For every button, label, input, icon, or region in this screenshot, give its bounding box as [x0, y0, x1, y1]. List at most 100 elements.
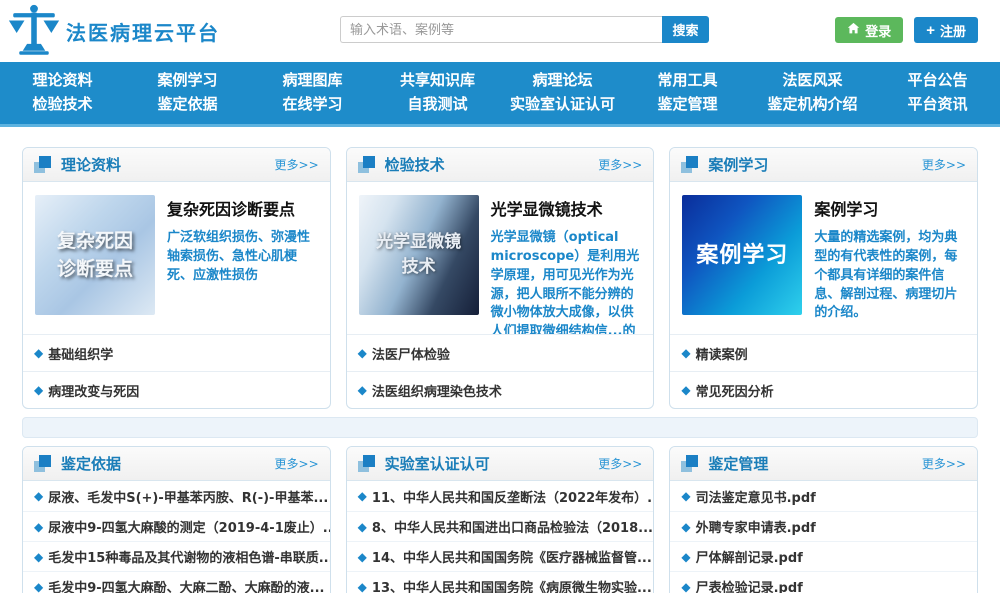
list-item[interactable]: ◆ 毛发中15种毒品及其代谢物的液相色谱-串联质... [23, 541, 330, 571]
site-header: 法医病理云平台 搜索 登录 + 注册 [0, 0, 1000, 62]
diamond-bullet-icon: ◆ [34, 580, 43, 593]
nav-item-self-test[interactable]: 自我测试 [375, 93, 500, 116]
list-item[interactable]: ◆ 基础组织学 [23, 334, 330, 371]
search-input[interactable] [340, 16, 662, 43]
feature-description: 大量的精选案例，均为典型的有代表性的案例，每个都具有详细的案件信息、解剖过程、病… [814, 229, 965, 323]
nav-item-lab-accreditation[interactable]: 实验室认证认可 [500, 93, 625, 116]
nav-item-shared-knowledge[interactable]: 共享知识库 [375, 69, 500, 92]
more-link[interactable]: 更多>> [598, 156, 642, 173]
card-title: 检验技术 [385, 154, 445, 175]
card-lab-accreditation: 实验室认证认可 更多>> ◆ 11、中华人民共和国反垄断法（2022年发布）..… [346, 446, 655, 593]
feature-description: 广泛软组织损伤、弥漫性轴索损伤、急性心肌梗死、应激性损伤 [167, 229, 318, 286]
home-icon [847, 22, 860, 38]
nav-item-platform-news[interactable]: 平台资讯 [875, 93, 1000, 116]
overlapping-squares-icon [358, 156, 376, 174]
list-item[interactable]: ◆ 法医组织病理染色技术 [347, 371, 654, 408]
nav-item-forum[interactable]: 病理论坛 [500, 69, 625, 92]
list-item[interactable]: ◆ 毛发中9-四氢大麻酚、大麻二酚、大麻酚的液... [23, 571, 330, 593]
diamond-bullet-icon: ◆ [34, 346, 43, 360]
nav-item-forensic-style[interactable]: 法医风采 [750, 69, 875, 92]
feature-text: 光学显微镜技术 光学显微镜（optical microscope）是利用光学原理… [491, 195, 642, 334]
diamond-bullet-icon: ◆ [358, 520, 367, 534]
register-label: 注册 [940, 21, 966, 40]
scales-of-justice-icon [8, 4, 60, 58]
diamond-bullet-icon: ◆ [358, 346, 367, 360]
brand[interactable]: 法医病理云平台 [8, 4, 220, 58]
card-appraisal-mgmt: 鉴定管理 更多>> ◆ 司法鉴定意见书.pdf ◆ 外聘专家申请表.pdf ◆ … [669, 446, 978, 593]
card-header: 鉴定依据 更多>> [23, 447, 330, 481]
featured-article[interactable]: 光学显微镜 技术 光学显微镜技术 光学显微镜（optical microscop… [347, 182, 654, 334]
list-item[interactable]: ◆ 司法鉴定意见书.pdf [670, 481, 977, 511]
diamond-bullet-icon: ◆ [681, 520, 690, 534]
nav-item-appraisal-mgmt[interactable]: 鉴定管理 [625, 93, 750, 116]
card-appraisal-basis: 鉴定依据 更多>> ◆ 尿液、毛发中S(+)-甲基苯丙胺、R(-)-甲基苯...… [22, 446, 331, 593]
card-title: 实验室认证认可 [385, 453, 490, 474]
section-divider [22, 417, 978, 438]
overlapping-squares-icon [34, 156, 52, 174]
list-item[interactable]: ◆ 8、中华人民共和国进出口商品检验法（2018... [347, 511, 654, 541]
nav-item-exam-tech[interactable]: 检验技术 [0, 93, 125, 116]
diamond-bullet-icon: ◆ [34, 489, 43, 503]
diamond-bullet-icon: ◆ [358, 580, 367, 593]
list-item[interactable]: ◆ 精读案例 [670, 334, 977, 371]
card-header: 理论资料 更多>> [23, 148, 330, 182]
list-item[interactable]: ◆ 尸体解剖记录.pdf [670, 541, 977, 571]
feature-image: 光学显微镜 技术 [359, 195, 479, 315]
overlapping-squares-icon [681, 455, 699, 473]
list-item[interactable]: ◆ 常见死因分析 [670, 371, 977, 408]
card-exam-tech: 检验技术 更多>> 光学显微镜 技术 光学显微镜技术 光学显微镜（optical… [346, 147, 655, 409]
nav-item-case-study[interactable]: 案例学习 [125, 69, 250, 92]
card-case-study: 案例学习 更多>> 案例学习 案例学习 大量的精选案例，均为典型的有代表性的案例… [669, 147, 978, 409]
list-item[interactable]: ◆ 尸表检验记录.pdf [670, 571, 977, 593]
more-link[interactable]: 更多>> [598, 455, 642, 472]
card-title: 案例学习 [708, 154, 768, 175]
register-button[interactable]: + 注册 [914, 17, 978, 43]
featured-article[interactable]: 案例学习 案例学习 大量的精选案例，均为典型的有代表性的案例，每个都具有详细的案… [670, 182, 977, 334]
overlapping-squares-icon [681, 156, 699, 174]
feature-description: 光学显微镜（optical microscope）是利用光学原理，用可见光作为光… [491, 229, 642, 334]
nav-item-agency-intro[interactable]: 鉴定机构介绍 [750, 93, 875, 116]
diamond-bullet-icon: ◆ [34, 520, 43, 534]
list-item[interactable]: ◆ 尿液、毛发中S(+)-甲基苯丙胺、R(-)-甲基苯... [23, 481, 330, 511]
featured-article[interactable]: 复杂死因 诊断要点 复杂死因诊断要点 广泛软组织损伤、弥漫性轴索损伤、急性心肌梗… [23, 182, 330, 334]
list-item[interactable]: ◆ 尿液中9-四氢大麻酸的测定（2019-4-1废止）... [23, 511, 330, 541]
list-item[interactable]: ◆ 法医尸体检验 [347, 334, 654, 371]
feature-heading[interactable]: 复杂死因诊断要点 [167, 196, 318, 220]
card-header: 案例学习 更多>> [670, 148, 977, 182]
search-bar: 搜索 [340, 16, 709, 43]
main-nav: 理论资料 案例学习 病理图库 共享知识库 病理论坛 常用工具 法医风采 平台公告… [0, 62, 1000, 127]
more-link[interactable]: 更多>> [275, 455, 319, 472]
login-button[interactable]: 登录 [835, 17, 903, 43]
card-header: 实验室认证认可 更多>> [347, 447, 654, 481]
site-title: 法医病理云平台 [66, 17, 220, 46]
nav-item-pathology-gallery[interactable]: 病理图库 [250, 69, 375, 92]
diamond-bullet-icon: ◆ [358, 489, 367, 503]
feature-heading[interactable]: 光学显微镜技术 [491, 196, 642, 220]
list-item[interactable]: ◆ 13、中华人民共和国国务院《病原微生物实验... [347, 571, 654, 593]
diamond-bullet-icon: ◆ [358, 550, 367, 564]
list-item[interactable]: ◆ 11、中华人民共和国反垄断法（2022年发布）... [347, 481, 654, 511]
diamond-bullet-icon: ◆ [681, 580, 690, 593]
more-link[interactable]: 更多>> [922, 156, 966, 173]
main-content: 理论资料 更多>> 复杂死因 诊断要点 复杂死因诊断要点 广泛软组织损伤、弥漫性… [0, 127, 1000, 593]
nav-item-theory[interactable]: 理论资料 [0, 69, 125, 92]
feature-image: 复杂死因 诊断要点 [35, 195, 155, 315]
card-title: 理论资料 [61, 154, 121, 175]
more-link[interactable]: 更多>> [275, 156, 319, 173]
nav-item-online-learning[interactable]: 在线学习 [250, 93, 375, 116]
feature-heading[interactable]: 案例学习 [814, 196, 965, 220]
diamond-bullet-icon: ◆ [681, 489, 690, 503]
nav-item-appraisal-basis[interactable]: 鉴定依据 [125, 93, 250, 116]
diamond-bullet-icon: ◆ [358, 383, 367, 397]
feature-text: 复杂死因诊断要点 广泛软组织损伤、弥漫性轴索损伤、急性心肌梗死、应激性损伤 [167, 195, 318, 334]
nav-item-announcements[interactable]: 平台公告 [875, 69, 1000, 92]
search-button[interactable]: 搜索 [662, 16, 709, 43]
more-link[interactable]: 更多>> [922, 455, 966, 472]
nav-item-tools[interactable]: 常用工具 [625, 69, 750, 92]
feature-image: 案例学习 [682, 195, 802, 315]
list-item[interactable]: ◆ 14、中华人民共和国国务院《医疗器械监督管... [347, 541, 654, 571]
card-header: 检验技术 更多>> [347, 148, 654, 182]
list-item[interactable]: ◆ 外聘专家申请表.pdf [670, 511, 977, 541]
overlapping-squares-icon [358, 455, 376, 473]
list-item[interactable]: ◆ 病理改变与死因 [23, 371, 330, 408]
